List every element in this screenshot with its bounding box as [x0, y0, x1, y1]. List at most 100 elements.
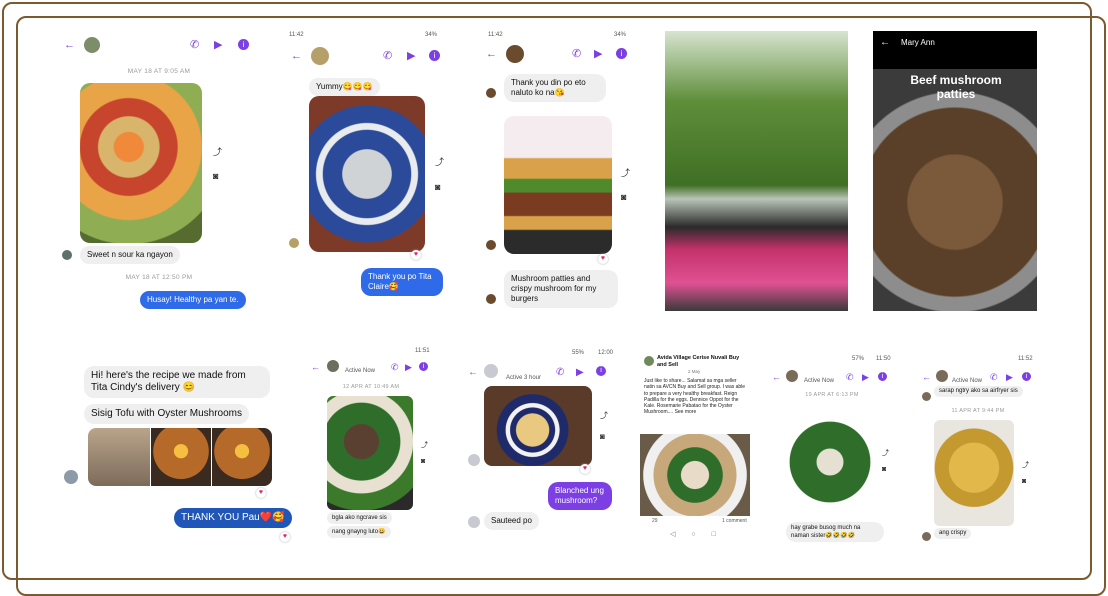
- phone-icon[interactable]: ✆: [556, 367, 564, 378]
- back-arrow-icon[interactable]: ←: [772, 372, 781, 383]
- phone-icon[interactable]: ✆: [846, 372, 854, 383]
- video-icon[interactable]: ▶: [1006, 372, 1013, 383]
- share-icon[interactable]: ⤴: [621, 166, 630, 179]
- breakfast-photo[interactable]: [640, 434, 750, 516]
- story-author: Mary Ann: [901, 38, 935, 47]
- info-icon[interactable]: i: [1022, 372, 1031, 381]
- dumplings-photo[interactable]: [309, 96, 425, 252]
- status-battery: 57%: [852, 356, 865, 362]
- group-avatar[interactable]: [644, 356, 654, 366]
- camera-icon[interactable]: ◙: [621, 192, 626, 202]
- sisig-photo-3[interactable]: [212, 428, 272, 486]
- status-battery: 34%: [425, 32, 438, 38]
- active-status: Active 3 hour: [506, 375, 542, 381]
- heart-reaction-icon[interactable]: ♥: [280, 532, 290, 542]
- message-bubble: Sisig Tofu with Oyster Mushrooms: [84, 404, 249, 424]
- back-arrow-icon[interactable]: ←: [64, 40, 75, 51]
- phone-icon[interactable]: ✆: [990, 372, 998, 383]
- contact-avatar[interactable]: [936, 370, 948, 382]
- sender-avatar: [486, 240, 496, 250]
- phone-icon[interactable]: ✆: [572, 49, 581, 60]
- message-bubble: nang gnayng luto😀: [327, 526, 391, 538]
- phone-icon[interactable]: ✆: [391, 362, 399, 373]
- video-icon[interactable]: ▶: [214, 40, 222, 51]
- camera-icon[interactable]: ◙: [882, 466, 886, 473]
- message-bubble: Yummy😋😋😋: [309, 78, 380, 96]
- soup-plant-photo: [665, 31, 848, 311]
- contact-avatar[interactable]: [311, 47, 329, 65]
- message-bubble: sarap ngtry ako sa airfryer sis: [934, 386, 1023, 397]
- crispy-mushroom-photo[interactable]: [934, 420, 1014, 526]
- status-time: 11:42: [488, 32, 503, 38]
- heart-reaction-icon[interactable]: ♥: [580, 464, 590, 474]
- info-icon[interactable]: i: [429, 50, 440, 61]
- contact-avatar[interactable]: [327, 360, 339, 372]
- back-arrow-icon[interactable]: ←: [291, 51, 302, 62]
- message-bubble: bgla ako ngcrave sis: [327, 512, 392, 524]
- heart-reaction-icon[interactable]: ♥: [411, 250, 421, 260]
- salad-photo[interactable]: [80, 83, 202, 243]
- story-header: [873, 31, 1037, 69]
- share-icon[interactable]: ⤴: [435, 155, 444, 168]
- back-arrow-icon[interactable]: ←: [880, 37, 890, 48]
- contact-avatar[interactable]: [506, 45, 524, 63]
- message-bubble: Thank you din po eto naluto ko na😘: [504, 74, 606, 102]
- status-time: 11:50: [876, 356, 891, 362]
- share-icon[interactable]: ⤴: [600, 410, 608, 421]
- pasta-photo[interactable]: [484, 386, 592, 466]
- sisig-photo-2[interactable]: [151, 428, 211, 486]
- status-time: 11:42: [289, 32, 304, 38]
- sender-avatar: [468, 516, 480, 528]
- back-arrow-icon[interactable]: ←: [311, 362, 320, 373]
- burgers-photo[interactable]: [504, 116, 612, 254]
- share-icon[interactable]: ⤴: [1022, 460, 1029, 470]
- video-icon[interactable]: ▶: [407, 51, 415, 62]
- active-status: Active Now: [345, 368, 376, 374]
- video-icon[interactable]: ▶: [862, 372, 869, 383]
- info-icon[interactable]: i: [596, 366, 606, 376]
- chat-panel-5: Hi! here's the recipe we made from Tita …: [58, 360, 308, 550]
- camera-icon[interactable]: ◙: [600, 432, 605, 441]
- group-name[interactable]: Avida Village Cerise Nuvali Buy and Sell: [657, 355, 747, 368]
- message-bubble: Hi! here's the recipe we made from Tita …: [84, 366, 270, 398]
- info-icon[interactable]: i: [238, 39, 249, 50]
- share-icon[interactable]: ⤴: [882, 448, 889, 458]
- status-time: 12:00: [598, 350, 614, 356]
- heart-reaction-icon[interactable]: ♥: [598, 254, 608, 264]
- camera-icon[interactable]: ◙: [435, 182, 440, 192]
- video-icon[interactable]: ▶: [576, 367, 584, 378]
- camera-icon[interactable]: ◙: [421, 458, 425, 465]
- video-icon[interactable]: ▶: [405, 362, 412, 373]
- sent-message-bubble: Blanched ung mushroom?: [548, 482, 612, 510]
- story-photo: [873, 69, 1037, 311]
- heart-reaction-icon[interactable]: ♥: [256, 488, 266, 498]
- contact-avatar[interactable]: [484, 364, 498, 378]
- timestamp: MAY 18 AT 12:50 PM: [125, 274, 193, 281]
- camera-icon[interactable]: ◙: [1022, 478, 1026, 485]
- post-time: 2 May: [688, 369, 701, 374]
- fish-photo[interactable]: [327, 396, 413, 510]
- phone-icon[interactable]: ✆: [190, 40, 199, 51]
- back-arrow-icon[interactable]: ←: [922, 372, 931, 383]
- sender-avatar: [486, 294, 496, 304]
- timestamp: MAY 18 AT 9:05 AM: [127, 68, 191, 75]
- camera-icon[interactable]: ◙: [213, 171, 218, 181]
- contact-avatar[interactable]: [786, 370, 798, 382]
- sisig-photo-1[interactable]: [88, 428, 150, 486]
- info-icon[interactable]: i: [419, 362, 428, 371]
- info-icon[interactable]: i: [616, 48, 627, 59]
- share-icon[interactable]: ⤴: [213, 145, 222, 158]
- kale-mushroom-photo[interactable]: [786, 404, 874, 520]
- message-bubble: hay grabe busog much na naman sister🤣🤣🤣🤣: [786, 522, 884, 542]
- back-arrow-icon[interactable]: ←: [486, 49, 497, 60]
- phone-icon[interactable]: ✆: [383, 51, 392, 62]
- story-title: Beef mushroom patties: [910, 73, 1002, 101]
- back-arrow-icon[interactable]: ←: [468, 367, 478, 378]
- sent-message-bubble: Husay! Healthy pa yan te.: [140, 291, 246, 309]
- info-icon[interactable]: i: [878, 372, 887, 381]
- share-icon[interactable]: ⤴: [421, 440, 428, 450]
- video-icon[interactable]: ▶: [594, 49, 602, 60]
- chat-panel-9: 57% 11:50 ← Active Now ✆ ▶ i 19 APR AT 6…: [768, 352, 896, 542]
- contact-avatar[interactable]: [84, 37, 100, 53]
- timestamp: 12 APR AT 10:49 AM: [342, 384, 400, 390]
